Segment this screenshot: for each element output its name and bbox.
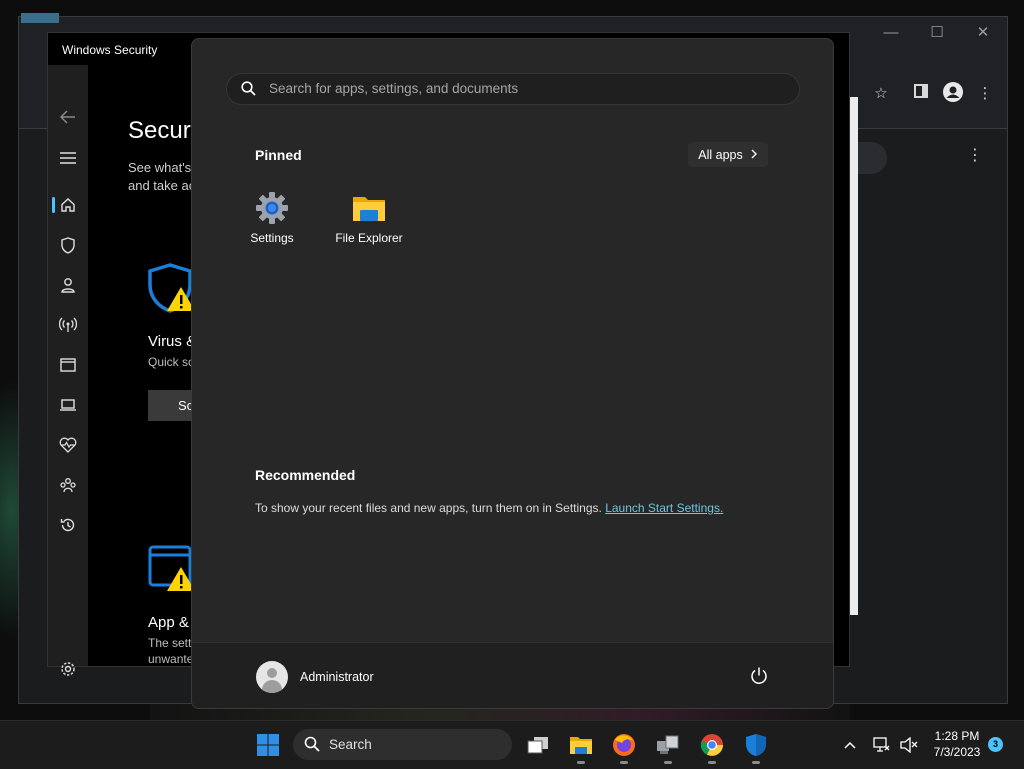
windows-security-shield-icon[interactable]	[739, 729, 773, 764]
app-browser-icon[interactable]	[48, 350, 88, 380]
virus-card-subtitle: Quick sc	[148, 355, 192, 369]
virus-protection-warning-icon	[148, 263, 196, 318]
notification-badge[interactable]: 3	[988, 737, 1003, 752]
minimize-icon[interactable]: —	[877, 23, 905, 43]
search-placeholder: Search for apps, settings, and documents	[269, 81, 519, 96]
start-search-input[interactable]: Search for apps, settings, and documents	[226, 73, 800, 105]
app-card-title: App &	[148, 614, 189, 631]
account-icon[interactable]	[48, 270, 88, 300]
windows-logo-icon	[257, 734, 279, 756]
clock[interactable]: 1:28 PM 7/3/2023	[926, 728, 988, 760]
start-menu: Search for apps, settings, and documents…	[191, 38, 834, 709]
network-computer-icon[interactable]	[651, 729, 685, 764]
intro-line-1: See what's	[128, 160, 192, 175]
file-explorer-icon[interactable]	[564, 729, 598, 764]
power-icon[interactable]	[749, 666, 771, 688]
date-text: 7/3/2023	[933, 745, 981, 759]
start-footer: Administrator	[192, 642, 833, 708]
hamburger-icon[interactable]	[48, 143, 88, 173]
settings-gear-icon[interactable]	[48, 654, 88, 684]
window-title: Windows Security	[62, 43, 158, 57]
taskbar: Search 1:28 PM 7/3/2023 3	[0, 720, 1024, 769]
intro-line-2: and take ac	[128, 178, 192, 193]
chrome-icon[interactable]	[695, 729, 729, 764]
avatar[interactable]	[256, 661, 288, 693]
network-status-icon[interactable]	[867, 729, 897, 761]
pinned-app-settings[interactable]: Settings	[230, 191, 314, 263]
family-icon[interactable]	[48, 470, 88, 500]
close-icon[interactable]: ✕	[969, 23, 997, 43]
quick-scan-button[interactable]: Sc	[148, 390, 193, 421]
device-security-icon[interactable]	[48, 390, 88, 420]
folder-icon	[352, 191, 386, 225]
maximize-icon[interactable]: ☐	[923, 23, 951, 43]
back-icon[interactable]	[48, 102, 88, 132]
time-text: 1:28 PM	[934, 729, 980, 743]
chevron-up-icon[interactable]	[835, 729, 865, 761]
pinned-heading: Pinned	[255, 147, 302, 163]
recommended-text: To show your recent files and new apps, …	[255, 501, 602, 515]
shield-icon[interactable]	[48, 230, 88, 260]
search-icon	[304, 736, 320, 757]
all-apps-button[interactable]: All apps	[688, 142, 768, 167]
profile-icon[interactable]	[941, 82, 965, 106]
gear-icon	[255, 191, 289, 225]
app-browser-warning-icon	[148, 545, 196, 598]
chevron-right-icon	[751, 148, 758, 162]
task-view-icon[interactable]	[521, 729, 555, 761]
network-icon[interactable]	[48, 310, 88, 340]
app-card-subtitle-2: unwante	[148, 652, 192, 666]
firefox-icon[interactable]	[607, 729, 641, 764]
health-icon[interactable]	[48, 430, 88, 460]
recommended-heading: Recommended	[255, 467, 356, 483]
pinned-app-file-explorer[interactable]: File Explorer	[327, 191, 411, 263]
browser-tab[interactable]	[21, 13, 59, 23]
user-name[interactable]: Administrator	[300, 670, 374, 684]
launch-start-settings-link[interactable]: Launch Start Settings.	[605, 501, 723, 515]
app-card-subtitle-1: The sett	[148, 636, 192, 650]
all-apps-label: All apps	[698, 147, 743, 162]
star-icon[interactable]: ☆	[869, 82, 893, 106]
taskbar-search[interactable]: Search	[293, 729, 512, 760]
recommended-message: To show your recent files and new apps, …	[255, 501, 723, 515]
volume-muted-icon[interactable]	[894, 729, 924, 761]
page-kebab-icon[interactable]: ⋮	[965, 145, 985, 165]
page-title: Security at a glance	[128, 117, 192, 144]
avatar-body	[262, 680, 282, 693]
virus-card-title: Virus &	[148, 333, 192, 350]
side-panel-icon[interactable]	[909, 82, 933, 106]
intro-text: See what's and take ac	[128, 159, 192, 195]
pinned-app-label: File Explorer	[335, 231, 403, 245]
kebab-menu-icon[interactable]: ⋮	[973, 82, 997, 106]
avatar-head	[267, 668, 277, 678]
history-icon[interactable]	[48, 510, 88, 540]
pinned-app-label: Settings	[250, 231, 294, 245]
start-button[interactable]	[251, 729, 285, 761]
taskbar-search-label: Search	[329, 737, 372, 752]
ws-nav-rail	[48, 65, 88, 676]
home-icon[interactable]	[48, 190, 88, 220]
search-icon	[241, 81, 256, 101]
